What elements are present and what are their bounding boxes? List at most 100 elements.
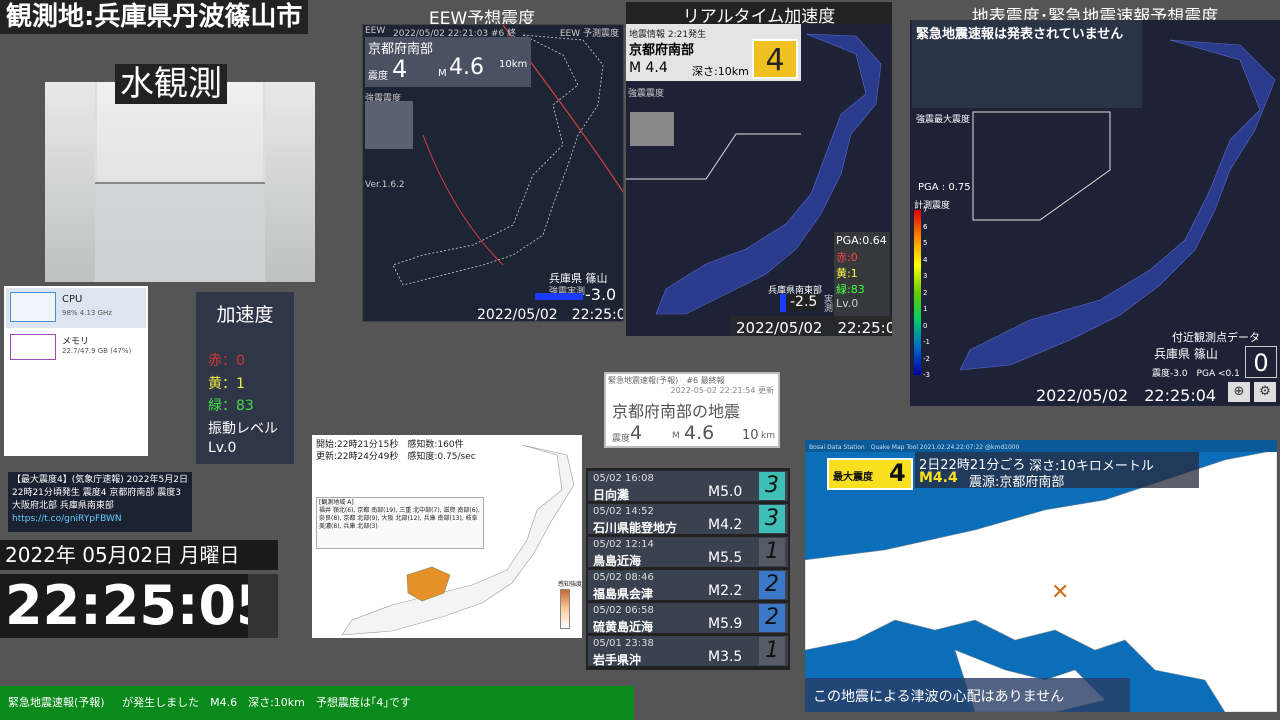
- earthquake-row[interactable]: 05/01 23:38 岩手県沖 M3.5 1: [588, 636, 788, 667]
- earthquake-date: 05/02 08:46: [593, 572, 654, 583]
- surface-pga: PGA : 0.75: [918, 182, 971, 193]
- eew-shindo: 4: [392, 55, 408, 83]
- earthquake-name: 岩手県沖: [593, 653, 642, 667]
- realtime-shindo: 4: [752, 39, 798, 79]
- realtime-yellow: 黄:1: [836, 267, 858, 280]
- eew-top-right: EEW 予測震度: [559, 29, 619, 39]
- sensor-note: [観測地域 A] 福井 嶺北(6), 京都 南部(19), 三重 北中部(7),…: [316, 497, 484, 549]
- memory-label: メモリ: [62, 337, 90, 347]
- accel-title: 加速度: [216, 304, 274, 326]
- scale-tick: 2: [923, 288, 928, 297]
- realtime-pga: PGA:0.64: [836, 234, 887, 247]
- quake-mag: M4.4: [919, 470, 958, 486]
- tweet-link[interactable]: https://t.co/gniRYpFBWN: [12, 513, 188, 526]
- tweet-box: 【最大震度4】(気象庁速報) 2022年5月2日22時21分頃発生 震度4 京都…: [8, 472, 192, 532]
- earthquake-magnitude: M3.5: [708, 649, 743, 665]
- quake-max-label: 最大震度: [833, 472, 873, 483]
- surface-map: 緊急地震速報は発表されていません 強震最大震度 PGA : 0.75 計測震度 …: [910, 20, 1280, 406]
- clock-date: 2022年 05月02日 月曜日: [0, 540, 278, 570]
- earthquake-date: 05/02 12:14: [593, 539, 654, 550]
- quake-info-box: 2日22時21分ごろ 深さ:10キロメートル M4.4 震源:京都府南部: [915, 452, 1199, 490]
- earthquake-shindo-badge: 2: [759, 604, 785, 632]
- water-surface: [95, 182, 265, 282]
- clock-pad: [248, 574, 278, 638]
- eew-ticker: 緊急地震速報(予報) が発生しました M4.6 深さ:10km 予想震度は｢4｣…: [0, 686, 634, 720]
- realtime-time: 2022/05/02 22:25:04: [730, 316, 892, 336]
- quake-map: Bosai Data Station Quake Map Tool 2021.0…: [805, 440, 1277, 712]
- quake-tsunami: この地震による津波の心配はありません: [805, 678, 1130, 712]
- eew-depth: 10km: [499, 59, 528, 70]
- scale-tick: 1: [923, 305, 928, 313]
- earthquake-shindo-badge: 1: [759, 637, 785, 665]
- earthquake-shindo-badge: 3: [759, 505, 785, 533]
- earthquake-date: 05/02 06:58: [593, 605, 654, 616]
- accel-box: 加速度 赤：0 黄：1 緑：83 振動レベル Lv.0: [196, 292, 294, 464]
- earthquake-date: 05/02 16:08: [593, 473, 654, 484]
- cpu-value: 98% 4.13 GHz: [62, 309, 112, 317]
- vibration-label: 振動レベル: [208, 421, 278, 437]
- earthquake-row[interactable]: 05/02 14:52 石川県能登地方 M4.2 3: [588, 504, 788, 535]
- earthquake-date: 05/01 23:38: [593, 638, 654, 649]
- surface-notice-box: 緊急地震速報は発表されていません: [912, 20, 1142, 108]
- earthquake-row[interactable]: 05/02 08:46 福島県会津 M2.2 2: [588, 570, 788, 601]
- sensor-legend-bar: [560, 589, 570, 629]
- eew-top-left: EEW: [365, 26, 386, 36]
- sensor-update: 更新:22時24分49秒 感知度:0.75/sec: [316, 452, 476, 462]
- eew-time: 2022/05/02 22:25:04: [477, 307, 624, 322]
- cpu-graph: [10, 292, 56, 322]
- realtime-region: 京都府南部: [629, 43, 695, 58]
- earthquake-magnitude: M5.9: [708, 616, 743, 632]
- tweet-text: 【最大震度4】(気象庁速報) 2022年5月2日22時21分頃発生 震度4 京都…: [12, 475, 188, 511]
- surface-time: 2022/05/02 22:25:04: [1036, 386, 1217, 405]
- ticker-text: が発生しました M4.6 深さ:10km 予想震度は｢4｣です: [122, 696, 411, 709]
- report-mag-label: M: [672, 431, 680, 441]
- water-title: 水観測: [115, 64, 227, 104]
- surface-scale-bar: [914, 210, 921, 375]
- earthquake-row[interactable]: 05/02 16:08 日向灘 M5.0 3: [588, 471, 788, 502]
- eew-shindo-label: 震度: [368, 71, 388, 82]
- eew-strong-box: [365, 101, 413, 149]
- eew-mag: 4.6: [449, 55, 484, 80]
- realtime-obs-label: 実測: [824, 295, 834, 314]
- earthquake-row[interactable]: 05/02 06:58 硫黄島近海 M5.9 2: [588, 603, 788, 634]
- realtime-obs-bar: [780, 294, 786, 312]
- clock-time: 22:25:05: [0, 574, 274, 638]
- realtime-depth: 深さ:10km: [692, 65, 749, 78]
- earthquake-name: 石川県能登地方: [593, 521, 678, 535]
- settings-gear-icon[interactable]: ⚙: [1254, 382, 1276, 402]
- report-box: 緊急地震速報(予報) #6 最終報 2022-05-02 22:21:54 更新…: [604, 372, 780, 448]
- report-shindo-label: 震度: [612, 434, 631, 444]
- earthquake-row[interactable]: 05/02 12:14 鳥島近海 M5.5 1: [588, 537, 788, 568]
- eew-obs-value: -3.0: [585, 285, 617, 304]
- scale-tick: 7: [923, 206, 928, 214]
- ticker-label: 緊急地震速報(予報): [8, 696, 105, 709]
- cpu-row[interactable]: CPU 98% 4.13 GHz: [6, 288, 146, 328]
- earthquake-magnitude: M4.2: [708, 517, 743, 533]
- eew-version: Ver.1.6.2: [365, 180, 405, 190]
- report-region: 京都府南部の地震: [612, 402, 741, 421]
- surface-shindo: 0: [1245, 346, 1277, 378]
- locate-icon[interactable]: ⊕: [1228, 382, 1250, 402]
- accel-green: 緑：83: [208, 398, 254, 414]
- surface-notice: 緊急地震速報は発表されていません: [916, 27, 1124, 42]
- accel-yellow: 黄：1: [208, 376, 245, 392]
- report-mag: 4.6: [684, 422, 715, 444]
- scale-tick: 5: [923, 239, 928, 247]
- accel-red: 赤：0: [208, 353, 245, 369]
- realtime-map: 地震情報 2:21発生 京都府南部 M 4.4 深さ:10km 4 強震震度 P…: [626, 24, 892, 336]
- water-camera: [45, 82, 315, 282]
- memory-row[interactable]: メモリ 22.7/47.9 GB (47%): [6, 330, 146, 364]
- quake-max-shindo: 4: [889, 459, 906, 487]
- location-title: 観測地:兵庫県丹波篠山市: [0, 0, 309, 34]
- sensor-legend-label: 感知強度: [558, 581, 582, 588]
- earthquake-name: 日向灘: [593, 488, 630, 502]
- vibration-level: Lv.0: [208, 440, 237, 456]
- earthquake-magnitude: M2.2: [708, 583, 743, 599]
- eew-mag-label: M: [438, 68, 447, 79]
- earthquake-shindo-badge: 3: [759, 472, 785, 500]
- realtime-strong-box: [630, 112, 674, 146]
- scale-tick: 3: [923, 272, 928, 280]
- surface-reading: 震度-3.0 PGA <0.1: [1152, 369, 1240, 379]
- report-sub: 2022-05-02 22:21:54 更新: [670, 386, 774, 395]
- scale-tick: -2: [923, 354, 930, 363]
